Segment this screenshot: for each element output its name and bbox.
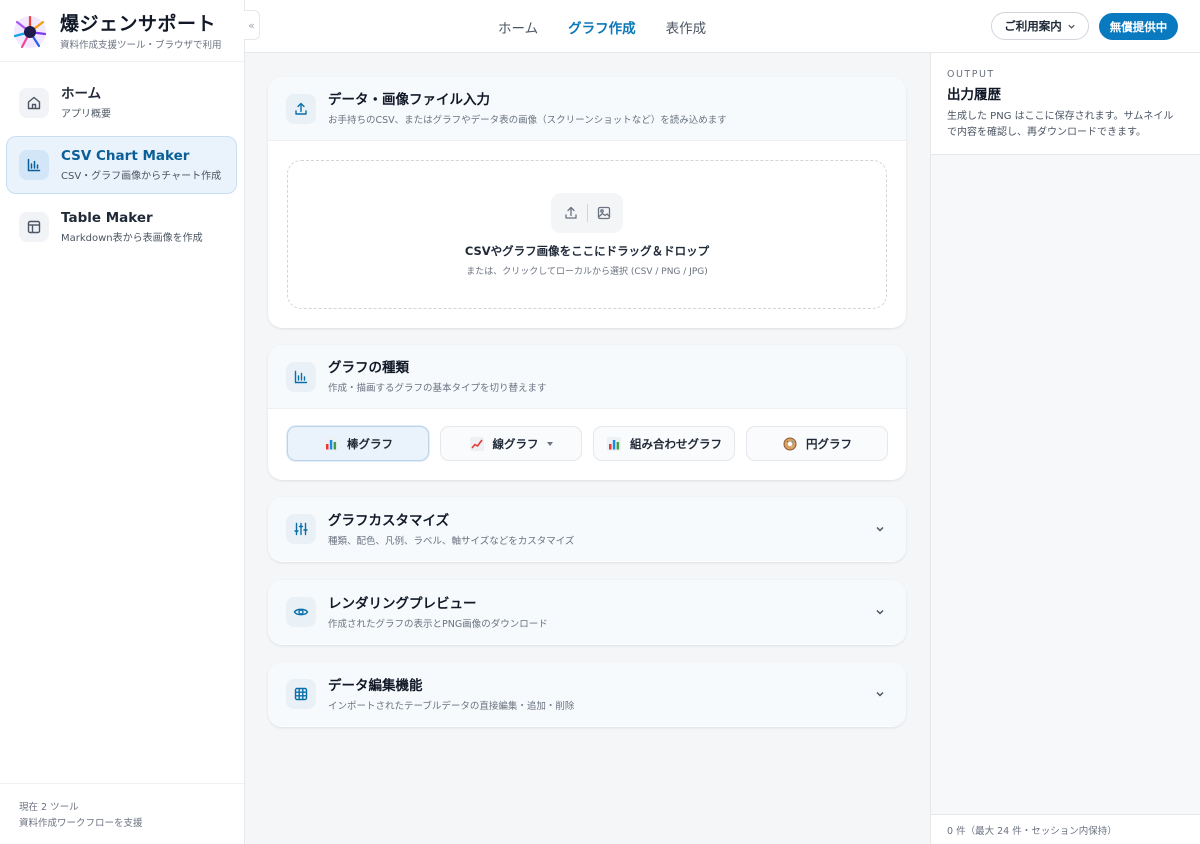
- card-title: レンダリングプレビュー: [328, 595, 477, 612]
- tool-count: 現在 2 ツール: [19, 802, 79, 813]
- sidebar-footer: 現在 2 ツール 資料作成ワークフローを支援: [0, 783, 244, 832]
- sidebar-divider: [0, 61, 244, 62]
- tab-home[interactable]: ホーム: [498, 17, 538, 37]
- file-dropzone[interactable]: CSVやグラフ画像をここにドラッグ＆ドロップ または、クリックしてローカルから選…: [287, 160, 887, 309]
- usage-guide-label: ご利用案内: [1004, 19, 1062, 33]
- table-icon: [19, 212, 49, 242]
- caret-down-icon: [546, 440, 554, 448]
- upload-icon: [563, 205, 579, 221]
- output-description: 生成した PNG はここに保存されます。サムネイルで内容を確認し、再ダウンロード…: [947, 111, 1174, 138]
- output-count: 0 件（最大 24 件・セッション内保持）: [931, 814, 1200, 844]
- sidebar-item-title: ホーム: [61, 86, 102, 102]
- sidebar-item-title: CSV Chart Maker: [61, 148, 190, 164]
- upload-icon: [286, 93, 316, 124]
- sliders-icon: [286, 514, 316, 544]
- output-panel-header: OUTPUT 出力履歴 生成した PNG はここに保存されます。サムネイルで内容…: [931, 53, 1200, 155]
- sidebar-item-subtitle: CSV・グラフ画像からチャート作成: [61, 171, 222, 182]
- sidebar-item-title: Table Maker: [61, 210, 153, 226]
- bar-chart-icon: [19, 150, 49, 180]
- card-subtitle: インポートされたテーブルデータの直接編集・追加・削除: [328, 700, 575, 712]
- customize-card[interactable]: グラフカスタマイズ 種類、配色、凡例、ラベル、軸サイズなどをカスタマイズ: [268, 497, 906, 562]
- tab-chart[interactable]: グラフ作成: [568, 17, 636, 37]
- tab-table[interactable]: 表作成: [666, 17, 707, 37]
- donut-emoji-icon: [782, 436, 798, 452]
- app-logo-icon: [12, 14, 48, 50]
- file-input-card: データ・画像ファイル入力 お手持ちのCSV、またはグラフやデータ表の画像（スクリ…: [268, 77, 906, 328]
- dropzone-hint: または、クリックしてローカルから選択 (CSV / PNG / JPG): [466, 267, 708, 277]
- chart-type-label: 線グラフ: [492, 436, 539, 451]
- brand[interactable]: 爆ジェンサポート 資料作成支援ツール・ブラウザで利用: [12, 10, 222, 54]
- eye-icon: [286, 597, 316, 627]
- home-icon: [19, 88, 49, 118]
- data-edit-card[interactable]: データ編集機能 インポートされたテーブルデータの直接編集・追加・削除: [268, 662, 906, 727]
- dropzone-title: CSVやグラフ画像をここにドラッグ＆ドロップ: [464, 244, 710, 258]
- bar-chart-icon: [286, 361, 316, 392]
- card-subtitle: 作成されたグラフの表示とPNG画像のダウンロード: [328, 618, 548, 630]
- chart-type-card: グラフの種類 作成・描画するグラフの基本タイプを切り替えます 棒グラフ 線グラフ…: [268, 345, 906, 480]
- top-bar: ホーム グラフ作成 表作成 ご利用案内 無償提供中: [245, 0, 1200, 53]
- icon-separator: [586, 204, 588, 222]
- output-title: 出力履歴: [947, 87, 1001, 103]
- card-subtitle: 作成・描画するグラフの基本タイプを切り替えます: [328, 383, 547, 394]
- card-subtitle: お手持ちのCSV、またはグラフやデータ表の画像（スクリーンショットなど）を読み込…: [328, 115, 727, 126]
- sidebar-item-table-maker[interactable]: Table Maker Markdown表から表画像を作成: [6, 198, 237, 256]
- app-title: 爆ジェンサポート: [60, 13, 217, 35]
- sidebar-tagline: 資料作成ワークフローを支援: [19, 818, 143, 829]
- chart-type-label: 円グラフ: [806, 436, 852, 451]
- sidebar-item-csv-chart-maker[interactable]: CSV Chart Maker CSV・グラフ画像からチャート作成: [6, 136, 237, 194]
- card-title: グラフカスタマイズ: [328, 512, 450, 529]
- chart-type-options: 棒グラフ 線グラフ 組み合わせグラフ 円グラフ: [287, 426, 899, 461]
- chart-type-combo-button[interactable]: 組み合わせグラフ: [593, 426, 735, 461]
- chart-type-pie-button[interactable]: 円グラフ: [746, 426, 888, 461]
- chevron-down-icon[interactable]: [874, 606, 886, 618]
- chart-type-label: 棒グラフ: [347, 436, 393, 451]
- chart-type-bar-button[interactable]: 棒グラフ: [287, 426, 429, 461]
- chevron-down-icon: [1067, 22, 1076, 31]
- card-subtitle: 種類、配色、凡例、ラベル、軸サイズなどをカスタマイズ: [328, 535, 575, 547]
- sidebar: 爆ジェンサポート 資料作成支援ツール・ブラウザで利用 ホーム アプリ概要 CSV…: [0, 0, 245, 844]
- app-subtitle: 資料作成支援ツール・ブラウザで利用: [60, 40, 222, 51]
- usage-guide-dropdown[interactable]: ご利用案内: [991, 12, 1089, 40]
- free-offer-button[interactable]: 無償提供中: [1099, 13, 1178, 40]
- sidebar-item-subtitle: Markdown表から表画像を作成: [61, 233, 203, 244]
- collapse-sidebar-button[interactable]: «: [244, 10, 260, 40]
- chart-type-header: グラフの種類 作成・描画するグラフの基本タイプを切り替えます: [268, 345, 906, 409]
- card-title: グラフの種類: [328, 360, 409, 376]
- customize-header[interactable]: グラフカスタマイズ 種類、配色、凡例、ラベル、軸サイズなどをカスタマイズ: [268, 497, 906, 561]
- sidebar-item-subtitle: アプリ概要: [61, 109, 111, 120]
- file-input-header: データ・画像ファイル入力 お手持ちのCSV、またはグラフやデータ表の画像（スクリ…: [268, 77, 906, 141]
- card-title: データ・画像ファイル入力: [328, 92, 490, 108]
- bar-chart-emoji-icon: [323, 436, 339, 452]
- output-overline: OUTPUT: [947, 69, 995, 80]
- chevron-down-icon[interactable]: [874, 523, 886, 535]
- data-edit-header[interactable]: データ編集機能 インポートされたテーブルデータの直接編集・追加・削除: [268, 662, 906, 726]
- preview-header[interactable]: レンダリングプレビュー 作成されたグラフの表示とPNG画像のダウンロード: [268, 580, 906, 644]
- chart-type-line-button[interactable]: 線グラフ: [440, 426, 582, 461]
- dropzone-icons: [551, 193, 623, 233]
- preview-card[interactable]: レンダリングプレビュー 作成されたグラフの表示とPNG画像のダウンロード: [268, 580, 906, 645]
- grid-table-icon: [286, 679, 316, 709]
- line-chart-emoji-icon: [469, 436, 485, 452]
- output-panel: OUTPUT 出力履歴 生成した PNG はここに保存されます。サムネイルで内容…: [930, 53, 1200, 844]
- card-title: データ編集機能: [328, 677, 423, 694]
- main-tabs: ホーム グラフ作成 表作成: [498, 0, 736, 53]
- chevron-down-icon[interactable]: [874, 688, 886, 700]
- sidebar-item-home[interactable]: ホーム アプリ概要: [6, 74, 237, 132]
- image-icon: [596, 205, 612, 221]
- chart-type-label: 組み合わせグラフ: [630, 436, 722, 451]
- sidebar-nav: ホーム アプリ概要 CSV Chart Maker CSV・グラフ画像からチャー…: [6, 74, 237, 260]
- combo-chart-emoji-icon: [606, 436, 622, 452]
